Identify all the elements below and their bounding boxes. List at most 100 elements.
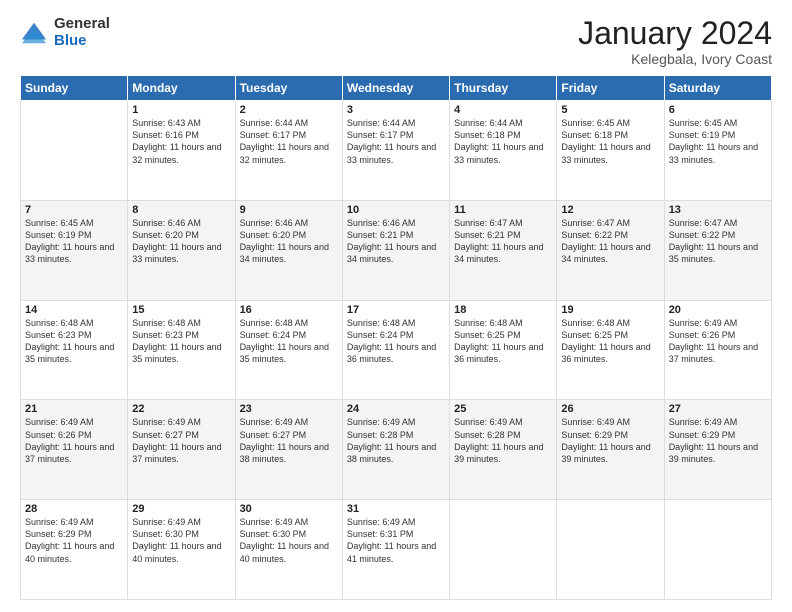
sunset-text: Sunset: 6:21 PM <box>454 229 552 241</box>
calendar-cell: 19 Sunrise: 6:48 AM Sunset: 6:25 PM Dayl… <box>557 300 664 400</box>
sunrise-text: Sunrise: 6:45 AM <box>25 217 123 229</box>
sunset-text: Sunset: 6:19 PM <box>25 229 123 241</box>
daylight-text: Daylight: 11 hours and 40 minutes. <box>132 540 230 564</box>
sunrise-text: Sunrise: 6:49 AM <box>25 416 123 428</box>
logo-icon <box>20 19 48 47</box>
cell-info: Sunrise: 6:44 AM Sunset: 6:17 PM Dayligh… <box>240 117 338 166</box>
day-number: 25 <box>454 403 552 415</box>
cell-info: Sunrise: 6:48 AM Sunset: 6:25 PM Dayligh… <box>454 317 552 366</box>
day-number: 3 <box>347 104 445 116</box>
calendar-cell: 5 Sunrise: 6:45 AM Sunset: 6:18 PM Dayli… <box>557 101 664 201</box>
header: General Blue January 2024 Kelegbala, Ivo… <box>20 16 772 67</box>
daylight-text: Daylight: 11 hours and 33 minutes. <box>669 141 767 165</box>
sunrise-text: Sunrise: 6:47 AM <box>561 217 659 229</box>
daylight-text: Daylight: 11 hours and 33 minutes. <box>25 241 123 265</box>
cell-info: Sunrise: 6:49 AM Sunset: 6:29 PM Dayligh… <box>561 416 659 465</box>
calendar-cell: 18 Sunrise: 6:48 AM Sunset: 6:25 PM Dayl… <box>450 300 557 400</box>
daylight-text: Daylight: 11 hours and 37 minutes. <box>25 441 123 465</box>
cell-info: Sunrise: 6:47 AM Sunset: 6:22 PM Dayligh… <box>669 217 767 266</box>
calendar-cell: 23 Sunrise: 6:49 AM Sunset: 6:27 PM Dayl… <box>235 400 342 500</box>
sunset-text: Sunset: 6:17 PM <box>347 129 445 141</box>
calendar-cell: 28 Sunrise: 6:49 AM Sunset: 6:29 PM Dayl… <box>21 500 128 600</box>
sunset-text: Sunset: 6:29 PM <box>561 429 659 441</box>
sunset-text: Sunset: 6:24 PM <box>347 329 445 341</box>
day-number: 8 <box>132 204 230 216</box>
sunset-text: Sunset: 6:27 PM <box>240 429 338 441</box>
daylight-text: Daylight: 11 hours and 36 minutes. <box>454 341 552 365</box>
logo-text: General Blue <box>54 16 110 49</box>
sunrise-text: Sunrise: 6:44 AM <box>347 117 445 129</box>
daylight-text: Daylight: 11 hours and 40 minutes. <box>240 540 338 564</box>
logo-general: General <box>54 16 110 33</box>
sunset-text: Sunset: 6:21 PM <box>347 229 445 241</box>
cell-info: Sunrise: 6:45 AM Sunset: 6:19 PM Dayligh… <box>669 117 767 166</box>
cell-info: Sunrise: 6:49 AM Sunset: 6:26 PM Dayligh… <box>669 317 767 366</box>
daylight-text: Daylight: 11 hours and 34 minutes. <box>240 241 338 265</box>
cell-info: Sunrise: 6:45 AM Sunset: 6:18 PM Dayligh… <box>561 117 659 166</box>
day-number: 6 <box>669 104 767 116</box>
sunset-text: Sunset: 6:20 PM <box>240 229 338 241</box>
day-number: 31 <box>347 503 445 515</box>
sunset-text: Sunset: 6:16 PM <box>132 129 230 141</box>
day-number: 17 <box>347 304 445 316</box>
sunset-text: Sunset: 6:30 PM <box>240 528 338 540</box>
calendar-cell: 15 Sunrise: 6:48 AM Sunset: 6:23 PM Dayl… <box>128 300 235 400</box>
sunrise-text: Sunrise: 6:49 AM <box>25 516 123 528</box>
cell-info: Sunrise: 6:49 AM Sunset: 6:27 PM Dayligh… <box>132 416 230 465</box>
sunrise-text: Sunrise: 6:49 AM <box>240 416 338 428</box>
location-subtitle: Kelegbala, Ivory Coast <box>578 51 772 67</box>
daylight-text: Daylight: 11 hours and 32 minutes. <box>132 141 230 165</box>
sunrise-text: Sunrise: 6:46 AM <box>347 217 445 229</box>
day-number: 1 <box>132 104 230 116</box>
day-number: 10 <box>347 204 445 216</box>
calendar-cell: 3 Sunrise: 6:44 AM Sunset: 6:17 PM Dayli… <box>342 101 449 201</box>
calendar-cell: 31 Sunrise: 6:49 AM Sunset: 6:31 PM Dayl… <box>342 500 449 600</box>
calendar-table: Sunday Monday Tuesday Wednesday Thursday… <box>20 75 772 600</box>
sunrise-text: Sunrise: 6:49 AM <box>132 516 230 528</box>
calendar-cell: 16 Sunrise: 6:48 AM Sunset: 6:24 PM Dayl… <box>235 300 342 400</box>
logo-blue: Blue <box>54 33 110 50</box>
cell-info: Sunrise: 6:46 AM Sunset: 6:21 PM Dayligh… <box>347 217 445 266</box>
cell-info: Sunrise: 6:49 AM Sunset: 6:28 PM Dayligh… <box>454 416 552 465</box>
day-number: 23 <box>240 403 338 415</box>
cell-info: Sunrise: 6:48 AM Sunset: 6:25 PM Dayligh… <box>561 317 659 366</box>
day-number: 9 <box>240 204 338 216</box>
header-monday: Monday <box>128 76 235 101</box>
calendar-cell: 21 Sunrise: 6:49 AM Sunset: 6:26 PM Dayl… <box>21 400 128 500</box>
cell-info: Sunrise: 6:44 AM Sunset: 6:18 PM Dayligh… <box>454 117 552 166</box>
day-number: 30 <box>240 503 338 515</box>
daylight-text: Daylight: 11 hours and 36 minutes. <box>347 341 445 365</box>
day-number: 19 <box>561 304 659 316</box>
cell-info: Sunrise: 6:47 AM Sunset: 6:21 PM Dayligh… <box>454 217 552 266</box>
sunrise-text: Sunrise: 6:44 AM <box>240 117 338 129</box>
sunset-text: Sunset: 6:29 PM <box>25 528 123 540</box>
sunset-text: Sunset: 6:22 PM <box>561 229 659 241</box>
daylight-text: Daylight: 11 hours and 38 minutes. <box>347 441 445 465</box>
calendar-week-2: 14 Sunrise: 6:48 AM Sunset: 6:23 PM Dayl… <box>21 300 772 400</box>
daylight-text: Daylight: 11 hours and 39 minutes. <box>561 441 659 465</box>
calendar-cell: 27 Sunrise: 6:49 AM Sunset: 6:29 PM Dayl… <box>664 400 771 500</box>
header-friday: Friday <box>557 76 664 101</box>
daylight-text: Daylight: 11 hours and 33 minutes. <box>347 141 445 165</box>
daylight-text: Daylight: 11 hours and 32 minutes. <box>240 141 338 165</box>
daylight-text: Daylight: 11 hours and 35 minutes. <box>25 341 123 365</box>
sunset-text: Sunset: 6:19 PM <box>669 129 767 141</box>
cell-info: Sunrise: 6:48 AM Sunset: 6:23 PM Dayligh… <box>25 317 123 366</box>
day-number: 26 <box>561 403 659 415</box>
cell-info: Sunrise: 6:46 AM Sunset: 6:20 PM Dayligh… <box>240 217 338 266</box>
daylight-text: Daylight: 11 hours and 35 minutes. <box>240 341 338 365</box>
sunrise-text: Sunrise: 6:45 AM <box>561 117 659 129</box>
sunrise-text: Sunrise: 6:48 AM <box>25 317 123 329</box>
sunset-text: Sunset: 6:17 PM <box>240 129 338 141</box>
sunrise-text: Sunrise: 6:48 AM <box>454 317 552 329</box>
sunset-text: Sunset: 6:28 PM <box>454 429 552 441</box>
cell-info: Sunrise: 6:49 AM Sunset: 6:26 PM Dayligh… <box>25 416 123 465</box>
day-number: 20 <box>669 304 767 316</box>
day-number: 2 <box>240 104 338 116</box>
daylight-text: Daylight: 11 hours and 37 minutes. <box>669 341 767 365</box>
sunset-text: Sunset: 6:25 PM <box>454 329 552 341</box>
cell-info: Sunrise: 6:47 AM Sunset: 6:22 PM Dayligh… <box>561 217 659 266</box>
cell-info: Sunrise: 6:44 AM Sunset: 6:17 PM Dayligh… <box>347 117 445 166</box>
cell-info: Sunrise: 6:48 AM Sunset: 6:24 PM Dayligh… <box>240 317 338 366</box>
day-number: 28 <box>25 503 123 515</box>
